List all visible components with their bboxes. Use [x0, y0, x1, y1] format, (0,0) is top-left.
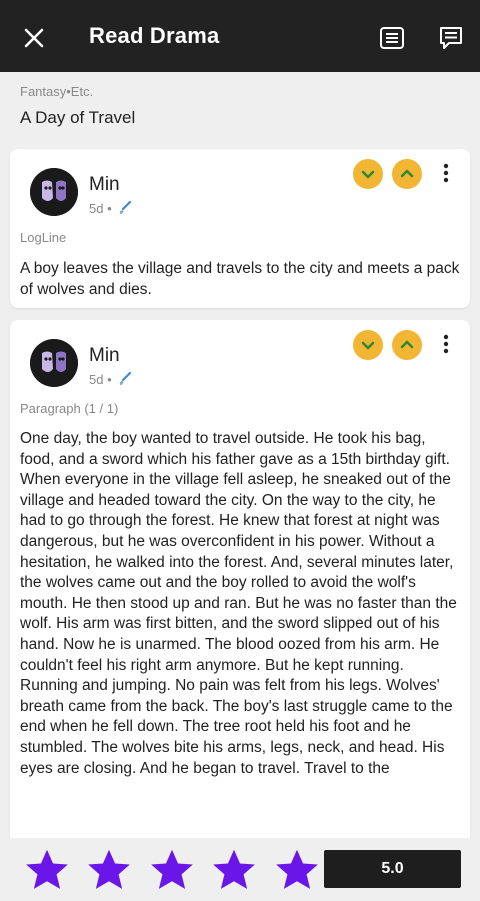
- chevron-down-icon: [361, 170, 375, 179]
- paragraph-text: One day, the boy wanted to travel outsid…: [20, 430, 457, 777]
- star-icon[interactable]: [209, 846, 259, 896]
- upvote-button[interactable]: [392, 330, 422, 360]
- post-age: 5d •: [89, 372, 112, 387]
- star-icon[interactable]: [84, 846, 134, 896]
- section-label: Paragraph (1 / 1): [20, 401, 119, 416]
- post-time: 5d •: [89, 371, 133, 387]
- chevron-up-icon: [400, 340, 414, 349]
- brush-icon: [117, 371, 133, 387]
- logline-text: A boy leaves the village and travels to …: [20, 260, 460, 298]
- story-genre: Fantasy•Etc.: [20, 84, 94, 99]
- chevron-down-icon: [361, 341, 375, 350]
- comment-icon[interactable]: [437, 24, 465, 52]
- logline-card: Min 5d • LogLine A boy leaves the villag…: [10, 149, 470, 308]
- close-icon[interactable]: [18, 22, 50, 54]
- downvote-button[interactable]: [353, 159, 383, 189]
- author-name[interactable]: Min: [89, 345, 120, 367]
- more-options-icon[interactable]: [434, 332, 458, 356]
- chevron-up-icon: [400, 169, 414, 178]
- post-age: 5d •: [89, 201, 112, 216]
- page-title: Read Drama: [89, 23, 220, 48]
- star-rating[interactable]: [22, 846, 330, 894]
- star-icon[interactable]: [147, 846, 197, 896]
- brush-icon: [117, 200, 133, 216]
- rating-score: 5.0: [324, 850, 461, 888]
- avatar[interactable]: [30, 339, 78, 387]
- avatar[interactable]: [30, 168, 78, 216]
- more-options-icon[interactable]: [434, 161, 458, 185]
- star-icon[interactable]: [22, 846, 72, 896]
- section-label: LogLine: [20, 230, 67, 245]
- top-app-bar: Read Drama: [0, 0, 480, 72]
- upvote-button[interactable]: [392, 159, 422, 189]
- paragraph-card: Min 5d • Paragraph (1 / 1) One day, the …: [10, 320, 470, 860]
- list-icon[interactable]: [378, 24, 406, 52]
- story-meta: Fantasy•Etc. A Day of Travel: [20, 84, 135, 128]
- star-icon[interactable]: [272, 846, 322, 896]
- story-title: A Day of Travel: [20, 108, 136, 127]
- author-name[interactable]: Min: [89, 174, 120, 196]
- downvote-button[interactable]: [353, 330, 383, 360]
- post-time: 5d •: [89, 200, 133, 216]
- rating-bar: 5.0: [0, 838, 480, 900]
